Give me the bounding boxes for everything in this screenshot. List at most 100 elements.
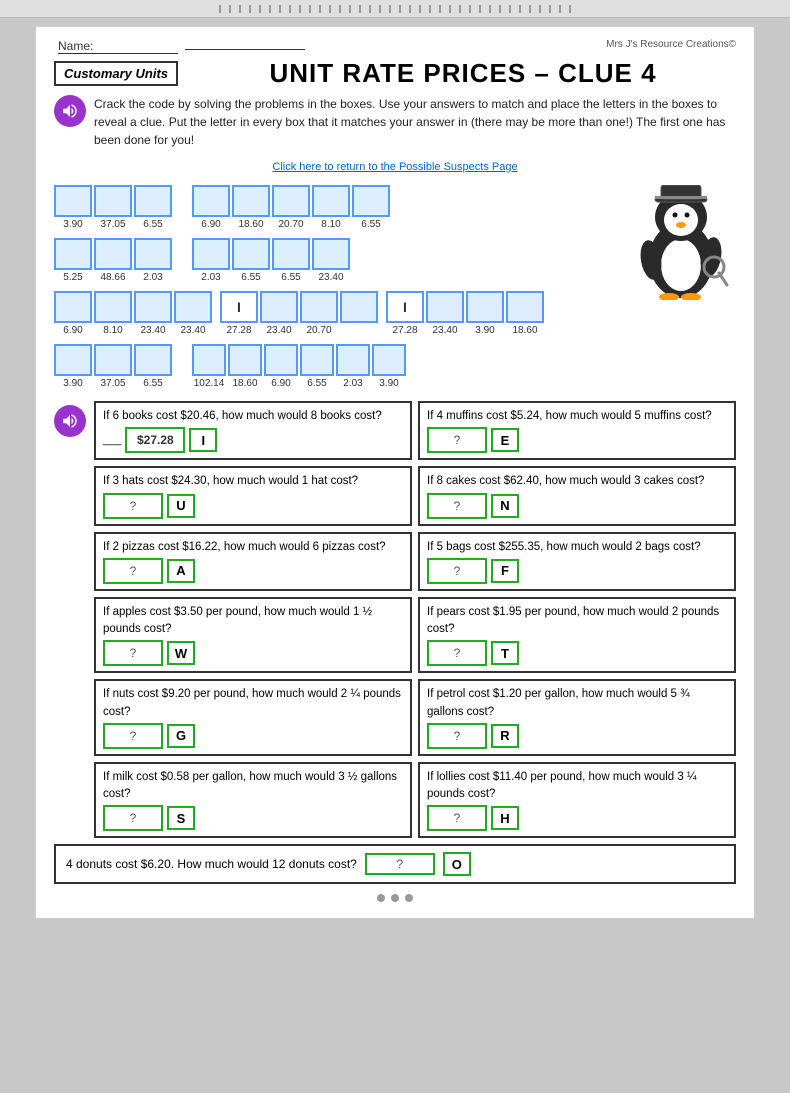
label-r4r-5: 2.03 <box>336 378 370 389</box>
answer-box-10[interactable]: ? <box>427 723 487 749</box>
answer-row-7: ? W <box>103 640 403 666</box>
row4-right-group: 102.14 18.60 6.90 6.55 2.03 3.90 <box>192 344 406 389</box>
label-r1l-3: 6.55 <box>134 219 172 230</box>
row2-left-group: 5.25 48.66 2.03 <box>54 238 172 283</box>
label-r2l-3: 2.03 <box>134 272 172 283</box>
label-r1r-2: 18.60 <box>232 219 270 230</box>
label-r2l-1: 5.25 <box>54 272 92 283</box>
speaker-button-1[interactable] <box>54 95 86 127</box>
box-r2l-1 <box>54 238 92 270</box>
label-r4l-2: 37.05 <box>94 378 132 389</box>
box-r3r-i: I <box>386 291 424 323</box>
label-r2l-2: 48.66 <box>94 272 132 283</box>
label-r4l-1: 3.90 <box>54 378 92 389</box>
puzzle-area: 3.90 37.05 6.55 6.90 <box>54 185 736 393</box>
box-r2r-2 <box>232 238 270 270</box>
puzzle-row-4: 3.90 37.05 6.55 <box>54 344 614 389</box>
box-r2r-4 <box>312 238 350 270</box>
ruler-bar <box>0 0 790 18</box>
answer-row-3: ? U <box>103 493 403 519</box>
answer-box-4[interactable]: ? <box>427 493 487 519</box>
box-r4l-2 <box>94 344 132 376</box>
problem-text-5: If 2 pizzas cost $16.22, how much would … <box>103 539 403 556</box>
problem-card-11: If milk cost $0.58 per gallon, how much … <box>94 762 412 839</box>
label-r4r-1: 102.14 <box>192 378 226 389</box>
penguin-svg <box>631 185 731 300</box>
box-r4r-2 <box>228 344 262 376</box>
answer-box-11[interactable]: ? <box>103 805 163 831</box>
box-r2l-3 <box>134 238 172 270</box>
label-r3m-1: 23.40 <box>260 325 298 336</box>
problem-card-6: If 5 bags cost $255.35, how much would 2… <box>418 532 736 591</box>
answer-row-10: ? R <box>427 723 727 749</box>
label-r3r-i: 27.28 <box>386 325 424 336</box>
link-line: Click here to return to the Possible Sus… <box>54 157 736 175</box>
suspects-link[interactable]: Click here to return to the Possible Sus… <box>272 161 517 173</box>
row2-right-group: 2.03 6.55 6.55 23.40 <box>192 238 350 283</box>
problem-text-3: If 3 hats cost $24.30, how much would 1 … <box>103 473 403 490</box>
bottom-letter-box: O <box>443 852 471 876</box>
answer-row-1: ___ $27.28 I <box>103 427 403 453</box>
copyright: Mrs J's Resource Creations© <box>606 39 736 50</box>
label-r1l-1: 3.90 <box>54 219 92 230</box>
penguin-area <box>626 185 736 393</box>
row3-right-group: I 27.28 23.40 3.90 18.60 <box>386 291 544 336</box>
label-r1r-3: 20.70 <box>272 219 310 230</box>
box-r4r-4 <box>300 344 334 376</box>
answer-box-5[interactable]: ? <box>103 558 163 584</box>
box-r3m-1 <box>260 291 298 323</box>
box-r2l-2 <box>94 238 132 270</box>
problem-card-10: If petrol cost $1.20 per gallon, how muc… <box>418 679 736 756</box>
answer-box-9[interactable]: ? <box>103 723 163 749</box>
problems-section: If 6 books cost $20.46, how much would 8… <box>54 401 736 884</box>
dot-2 <box>391 894 399 902</box>
letter-box-2: E <box>491 428 519 452</box>
speaker-icon-2 <box>61 412 79 430</box>
box-r1r-3 <box>272 185 310 217</box>
letter-box-3: U <box>167 494 195 518</box>
puzzle-row-2: 5.25 48.66 2.03 2.03 6.55 <box>54 238 614 283</box>
answer-box-3[interactable]: ? <box>103 493 163 519</box>
answer-box-8[interactable]: ? <box>427 640 487 666</box>
label-r3m-3 <box>340 325 378 336</box>
letter-box-5: A <box>167 559 195 583</box>
label-r3l-2: 8.10 <box>94 325 132 336</box>
answer-box-12[interactable]: ? <box>427 805 487 831</box>
problem-text-9: If nuts cost $9.20 per pound, how much w… <box>103 686 403 721</box>
bottom-answer-box[interactable]: ? <box>365 853 435 875</box>
bottom-space <box>0 919 790 1039</box>
label-r4r-3: 6.90 <box>264 378 298 389</box>
box-r3r-3 <box>506 291 544 323</box>
problem-text-8: If pears cost $1.95 per pound, how much … <box>427 604 727 639</box>
problem-card-9: If nuts cost $9.20 per pound, how much w… <box>94 679 412 756</box>
answer-row-9: ? G <box>103 723 403 749</box>
label-r3r-2: 3.90 <box>466 325 504 336</box>
bottom-problem-card: 4 donuts cost $6.20. How much would 12 d… <box>54 844 736 884</box>
answer-label-1: ___ <box>103 432 121 449</box>
row4-left-group: 3.90 37.05 6.55 <box>54 344 172 389</box>
box-r2r-3 <box>272 238 310 270</box>
problem-card-8: If pears cost $1.95 per pound, how much … <box>418 597 736 674</box>
letter-box-10: R <box>491 724 519 748</box>
box-r3l-1 <box>54 291 92 323</box>
answer-box-7[interactable]: ? <box>103 640 163 666</box>
box-r3l-3 <box>134 291 172 323</box>
answer-box-6[interactable]: ? <box>427 558 487 584</box>
problem-card-1: If 6 books cost $20.46, how much would 8… <box>94 401 412 460</box>
puzzle-row-3: 6.90 8.10 23.40 23.40 I 27.28 <box>54 291 614 336</box>
label-r4r-4: 6.55 <box>300 378 334 389</box>
letter-box-9: G <box>167 724 195 748</box>
dot-3 <box>405 894 413 902</box>
dots-row <box>54 894 736 902</box>
box-r3m-2 <box>300 291 338 323</box>
box-r4r-5 <box>336 344 370 376</box>
label-r1r-5: 6.55 <box>352 219 390 230</box>
answer-box-2[interactable]: ? <box>427 427 487 453</box>
answer-row-12: ? H <box>427 805 727 831</box>
speaker-button-2[interactable] <box>54 405 86 437</box>
label-r2r-3: 6.55 <box>272 272 310 283</box>
problem-text-10: If petrol cost $1.20 per gallon, how muc… <box>427 686 727 721</box>
answer-box-1[interactable]: $27.28 <box>125 427 185 453</box>
box-r3l-4 <box>174 291 212 323</box>
problems-row: If 6 books cost $20.46, how much would 8… <box>54 401 736 838</box>
